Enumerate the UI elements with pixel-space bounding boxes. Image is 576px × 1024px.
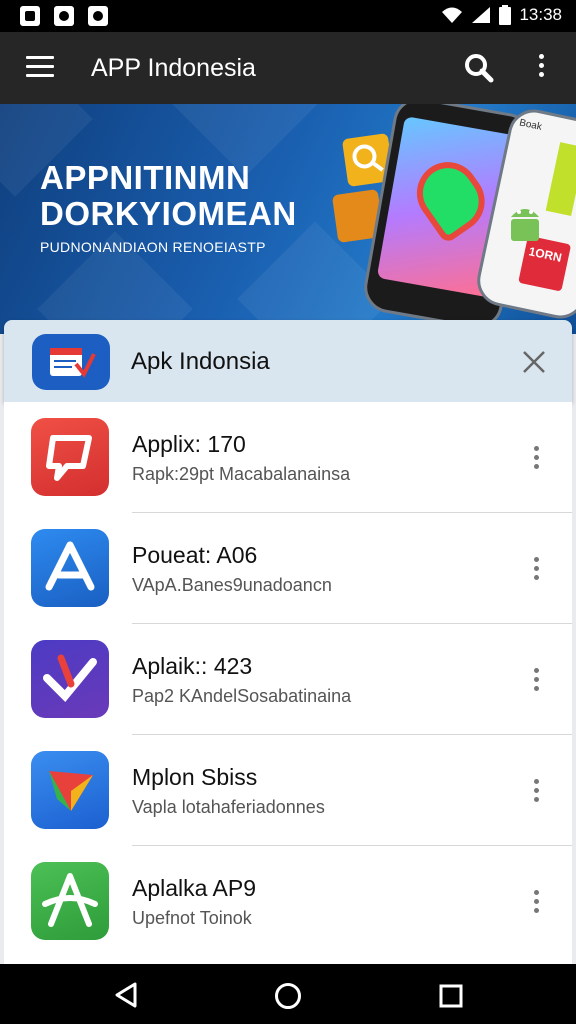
- status-bar: 13:38: [0, 0, 576, 32]
- menu-icon[interactable]: [26, 56, 54, 80]
- card-title: Apk Indonsia: [131, 348, 270, 375]
- calendar-check-icon: [32, 334, 110, 390]
- notification-icons: [20, 6, 108, 26]
- search-icon[interactable]: [464, 53, 494, 83]
- notification-icon: [88, 6, 108, 26]
- recents-icon[interactable]: [439, 984, 463, 1008]
- app-bar: APP Indonesia: [0, 32, 576, 104]
- app-title: Poueat: A06: [132, 542, 258, 568]
- wifi-icon: [442, 7, 463, 23]
- checkmark-app-icon: [31, 640, 109, 718]
- clock: 13:38: [519, 5, 562, 24]
- app-title: APP Indonesia: [91, 54, 256, 82]
- app-title: Applix: 170: [132, 431, 246, 457]
- signal-icon: [472, 7, 491, 23]
- promo-banner[interactable]: APPNITINMN DORKYIOMEAN PUDNONANDIAON REN…: [0, 104, 576, 334]
- appstore-icon: [31, 529, 109, 607]
- battery-icon: [499, 5, 512, 25]
- navigation-bar: [0, 964, 576, 1024]
- app-list: Applix: 170 Rapk:29pt Macabalanainsa Pou…: [4, 402, 572, 964]
- app-title: Mplon Sbiss: [132, 764, 258, 790]
- more-options-icon[interactable]: [528, 668, 544, 692]
- close-icon[interactable]: [522, 350, 546, 374]
- banner-headline: APPNITINMN DORKYIOMEAN: [40, 160, 297, 232]
- list-item[interactable]: Poueat: A06 VApA.Banes9unadoancn: [4, 513, 572, 624]
- more-options-icon[interactable]: [528, 557, 544, 581]
- more-options-icon[interactable]: [528, 779, 544, 803]
- banner-headline-line1: APPNITINMN: [40, 159, 251, 196]
- app-subtitle: Vapla lotahaferiadonnes: [132, 797, 325, 817]
- overflow-menu-icon[interactable]: [534, 54, 548, 82]
- camera-icon: [54, 6, 74, 26]
- android-robot-icon: [511, 209, 539, 241]
- app-subtitle: Pap2 KAndelSosabatinaina: [132, 686, 352, 706]
- home-icon[interactable]: [274, 982, 302, 1010]
- back-icon[interactable]: [114, 982, 138, 1008]
- app-card-header[interactable]: Apk Indonsia: [4, 320, 572, 402]
- list-item[interactable]: Applix: 170 Rapk:29pt Macabalanainsa: [4, 402, 572, 513]
- app-subtitle: Rapk:29pt Macabalanainsa: [132, 464, 351, 484]
- more-options-icon[interactable]: [528, 446, 544, 470]
- app-title: Aplaik:: 423: [132, 653, 253, 679]
- banner-subline: PUDNONANDIAON RENOEIASTP: [40, 239, 266, 255]
- list-item[interactable]: Aplalka AP9 Upefnot Toinok: [4, 846, 572, 957]
- star-app-icon: [31, 862, 109, 940]
- banner-headline-line2: DORKYIOMEAN: [40, 195, 297, 232]
- chat-app-icon: [31, 418, 109, 496]
- more-options-icon[interactable]: [528, 890, 544, 914]
- app-subtitle: VApA.Banes9unadoancn: [132, 575, 332, 595]
- app-title: Aplalka AP9: [132, 875, 257, 901]
- gallery-icon: [20, 6, 40, 26]
- list-item[interactable]: Mplon Sbiss Vapla lotahaferiadonnes: [4, 735, 572, 846]
- list-item[interactable]: Aplaik:: 423 Pap2 KAndelSosabatinaina: [4, 624, 572, 735]
- play-store-icon: [31, 751, 109, 829]
- system-icons: 13:38: [441, 5, 562, 25]
- app-subtitle: Upefnot Toinok: [132, 908, 252, 928]
